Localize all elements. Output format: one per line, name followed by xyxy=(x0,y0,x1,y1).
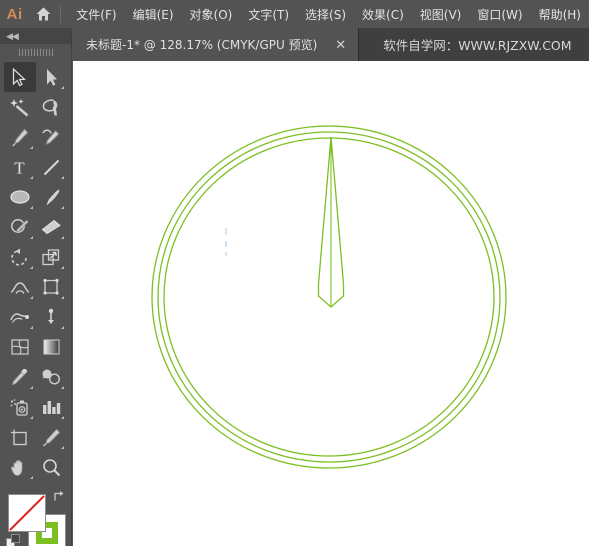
curvature-tool[interactable] xyxy=(36,122,68,152)
shaper-tool[interactable] xyxy=(4,212,36,242)
slice-tool[interactable] xyxy=(36,422,68,452)
inner-circle[interactable] xyxy=(163,137,495,457)
tool-flyout-indicator xyxy=(61,176,64,179)
tool-flyout-indicator xyxy=(29,206,33,209)
width-tool[interactable] xyxy=(4,272,36,302)
tool-flyout-indicator xyxy=(61,296,64,299)
document-tab-bar: 未标题-1* @ 128.17% (CMYK/GPU 预览) ✕ 软件自学网：W… xyxy=(72,28,589,61)
gradient-tool[interactable] xyxy=(36,332,68,362)
tool-flyout-indicator xyxy=(29,326,33,329)
tool-flyout-indicator xyxy=(29,386,33,389)
panel-collapse-icon[interactable]: ◀◀ xyxy=(0,28,71,44)
menu-select[interactable]: 选择(S) xyxy=(297,2,354,27)
lasso-tool[interactable] xyxy=(36,92,68,122)
menu-file[interactable]: 文件(F) xyxy=(68,2,124,27)
tool-flyout-indicator xyxy=(29,266,33,269)
tool-flyout-indicator xyxy=(61,416,64,419)
type-tool[interactable]: T xyxy=(4,152,36,182)
hand-tool[interactable] xyxy=(4,452,36,482)
close-icon[interactable]: ✕ xyxy=(331,36,350,53)
blend-tool[interactable] xyxy=(36,362,68,392)
tool-flyout-indicator xyxy=(29,296,33,299)
line-segment-tool[interactable] xyxy=(36,152,68,182)
menu-window[interactable]: 窗口(W) xyxy=(469,2,530,27)
menu-object[interactable]: 对象(O) xyxy=(182,2,241,27)
pen-tool[interactable] xyxy=(4,122,36,152)
artwork xyxy=(151,125,507,469)
shape-builder-tool[interactable] xyxy=(4,302,36,332)
home-icon[interactable] xyxy=(29,0,58,28)
tool-flyout-indicator xyxy=(61,446,64,449)
tool-flyout-indicator xyxy=(29,236,33,239)
tools-panel: ◀◀ T xyxy=(0,28,72,546)
mesh-tool[interactable] xyxy=(4,332,36,362)
menu-type[interactable]: 文字(T) xyxy=(240,2,297,27)
svg-text:T: T xyxy=(15,158,26,177)
paintbrush-tool[interactable] xyxy=(36,182,68,212)
tool-flyout-indicator xyxy=(29,176,33,179)
tool-grid: T xyxy=(0,60,71,482)
panel-drag-handle[interactable] xyxy=(0,44,71,60)
tool-flyout-indicator xyxy=(61,86,64,89)
artboard-tool[interactable] xyxy=(4,422,36,452)
document-tab-title: 未标题-1* @ 128.17% (CMYK/GPU 预览) xyxy=(86,38,318,52)
tool-flyout-indicator xyxy=(61,266,64,269)
menubar-divider xyxy=(60,5,62,23)
tool-flyout-indicator xyxy=(61,386,64,389)
eraser-tool[interactable] xyxy=(36,212,68,242)
tool-flyout-indicator xyxy=(29,476,33,479)
zoom-tool[interactable] xyxy=(36,452,68,482)
tool-flyout-indicator xyxy=(61,326,64,329)
fill-none-slash xyxy=(9,495,45,531)
rotate-tool[interactable] xyxy=(4,242,36,272)
menu-view[interactable]: 视图(V) xyxy=(412,2,470,27)
magic-wand-tool[interactable] xyxy=(4,92,36,122)
selection-tool[interactable] xyxy=(4,62,36,92)
grip-lines xyxy=(18,48,53,56)
menu-edit[interactable]: 编辑(E) xyxy=(125,2,182,27)
direct-selection-tool[interactable] xyxy=(36,62,68,92)
document-tab[interactable]: 未标题-1* @ 128.17% (CMYK/GPU 预览) ✕ xyxy=(72,28,360,61)
middle-circle[interactable] xyxy=(157,131,501,463)
perspective-grid-tool[interactable] xyxy=(36,302,68,332)
outer-circle[interactable] xyxy=(151,125,507,469)
illustrator-window: Ai 文件(F) 编辑(E) 对象(O) 文字(T) 选择(S) 效果(C) 视… xyxy=(0,0,589,546)
default-fill-stroke-icon[interactable] xyxy=(6,534,21,546)
menu-effect[interactable]: 效果(C) xyxy=(354,2,412,27)
symbol-sprayer-tool[interactable] xyxy=(4,392,36,422)
free-transform-tool[interactable] xyxy=(36,272,68,302)
menu-help[interactable]: 帮助(H) xyxy=(531,2,589,27)
eyedropper-tool[interactable] xyxy=(4,362,36,392)
tool-flyout-indicator xyxy=(29,146,33,149)
tool-flyout-indicator xyxy=(61,206,64,209)
tool-flyout-indicator xyxy=(29,416,33,419)
ellipse-tool[interactable] xyxy=(4,182,36,212)
fill-swatch[interactable] xyxy=(8,494,46,532)
scale-tool[interactable] xyxy=(36,242,68,272)
watermark-text: 软件自学网：WWW.RJZXW.COM xyxy=(383,38,572,53)
tool-flyout-indicator xyxy=(61,236,64,239)
column-graph-tool[interactable] xyxy=(36,392,68,422)
swap-fill-stroke-icon[interactable] xyxy=(52,490,65,505)
color-controls xyxy=(0,488,71,546)
menu-bar: Ai 文件(F) 编辑(E) 对象(O) 文字(T) 选择(S) 效果(C) 视… xyxy=(0,0,589,28)
ai-logo: Ai xyxy=(6,5,23,23)
artboard-canvas[interactable] xyxy=(73,61,589,546)
